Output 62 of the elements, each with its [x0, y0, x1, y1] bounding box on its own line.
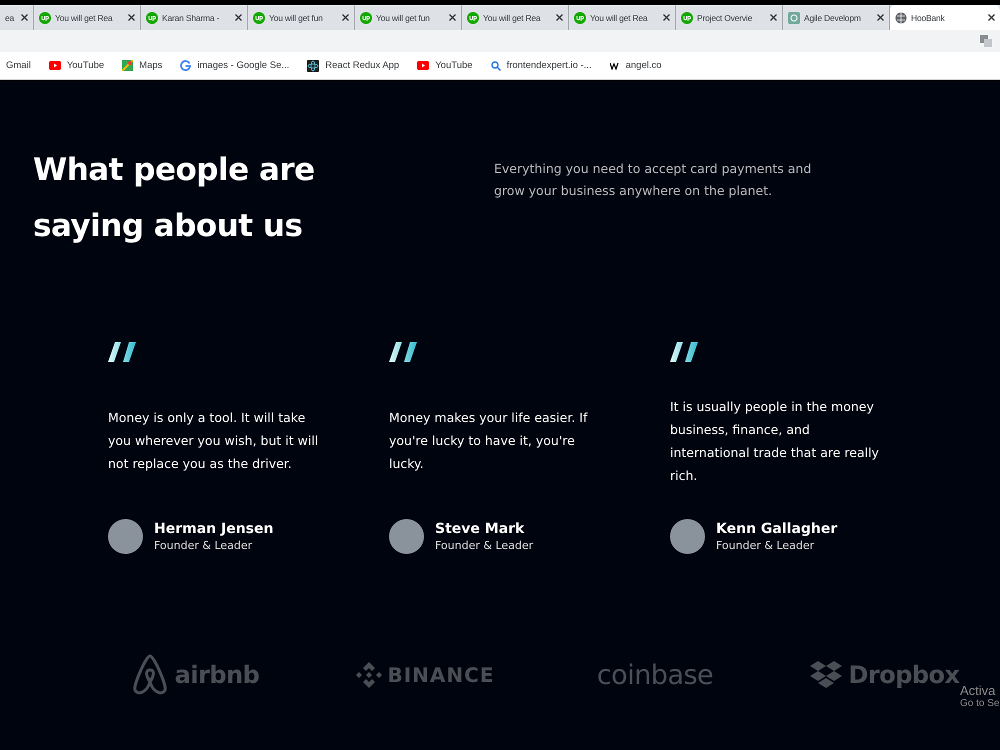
ai-icon: [788, 12, 800, 24]
upwork-icon: [253, 12, 265, 24]
bookmark-link[interactable]: YouTube: [66, 60, 104, 71]
activation-title: Activa: [960, 683, 996, 698]
close-icon[interactable]: [556, 14, 563, 21]
quote-icon: [108, 342, 136, 362]
upwork-icon: [681, 12, 693, 24]
quote-icon: [670, 342, 698, 362]
box-logo-icon: [810, 661, 842, 689]
close-icon[interactable]: [988, 14, 995, 21]
author-name: Steve Mark: [435, 521, 526, 537]
testimonial-text: Money makes your life easier. If you're lucky to have it, you're lucky.: [389, 409, 589, 473]
close-icon[interactable]: [21, 14, 28, 21]
bookmark-link[interactable]: Maps: [139, 60, 162, 71]
author-title: Founder & Leader: [435, 539, 534, 552]
w-icon: [610, 62, 620, 70]
close-icon[interactable]: [663, 14, 670, 21]
upwork-icon: [146, 12, 158, 24]
upwork-icon: [39, 12, 51, 24]
google-icon: [180, 60, 192, 71]
close-icon[interactable]: [342, 14, 349, 21]
close-icon[interactable]: [770, 14, 777, 21]
author-name: Kenn Gallagher: [716, 521, 838, 537]
bookmark-link[interactable]: Gmail: [6, 60, 31, 71]
close-icon[interactable]: [877, 14, 884, 21]
avatar: [108, 519, 143, 554]
bookmark-link[interactable]: images - Google Se...: [197, 60, 290, 71]
map-icon: [122, 60, 134, 71]
upwork-icon: [467, 12, 479, 24]
browser-tab[interactable]: HooBank: [890, 5, 1000, 30]
testimonial-text: Money is only a tool. It will take you wherever you wish, but it will not replace you as the driver.: [108, 409, 320, 473]
youtube-icon: [417, 61, 430, 70]
section-heading: What people are saying about us: [33, 151, 316, 246]
close-icon[interactable]: [235, 14, 242, 21]
author-title: Founder & Leader: [716, 539, 816, 552]
atom-icon: [307, 60, 320, 72]
avatar: [389, 519, 424, 554]
section-intro: Everything you need to accept card payments and grow your business anywhere on the planet.: [494, 160, 812, 200]
client-logo-text: coinbase: [596, 660, 714, 690]
author-name: Herman Jensen: [154, 521, 274, 537]
bookmark-link[interactable]: angel.co: [626, 60, 662, 71]
close-icon[interactable]: [128, 14, 135, 21]
bookmark-link[interactable]: YouTube: [435, 60, 473, 71]
translate-icon[interactable]: [980, 35, 992, 47]
bookmark-link[interactable]: React Redux App: [325, 60, 400, 71]
quote-icon: [389, 342, 417, 362]
client-logo-text: airbnb: [174, 661, 260, 689]
close-icon[interactable]: [449, 14, 456, 21]
upwork-icon: [360, 12, 372, 24]
bookmark-link[interactable]: frontendexpert.io -...: [506, 60, 592, 71]
loop-logo-icon: [130, 654, 169, 696]
avatar: [670, 519, 705, 554]
youtube-icon: [48, 61, 61, 70]
testimonial-text: It is usually people in the money business, finance, and international trade that are really rich.: [670, 398, 880, 484]
client-logo-text: Dropbox: [848, 661, 960, 689]
upwork-icon: [574, 12, 586, 24]
author-title: Founder & Leader: [154, 539, 254, 552]
activation-subtitle: Go to Se: [960, 698, 1000, 709]
search-icon: [490, 60, 501, 70]
globe-icon: [895, 12, 907, 24]
client-logo-text: BINANCE: [388, 663, 494, 687]
diamond-logo-icon: [356, 662, 382, 688]
